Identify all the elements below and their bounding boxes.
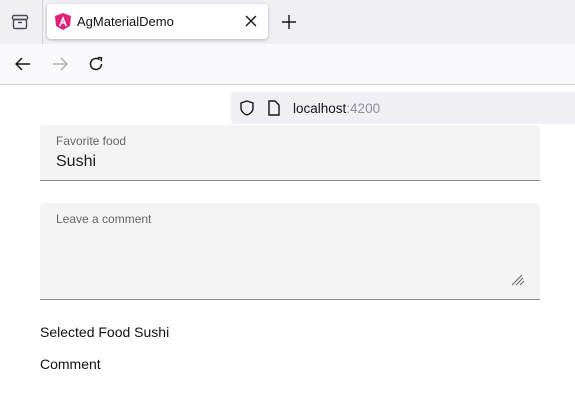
- comment-textarea[interactable]: Leave a comment: [40, 203, 540, 300]
- url-text[interactable]: localhost:4200: [293, 101, 380, 116]
- resize-handle-icon[interactable]: [510, 273, 525, 291]
- favorite-food-label: Favorite food: [56, 134, 127, 148]
- forward-icon[interactable]: [52, 57, 69, 76]
- close-tab-icon[interactable]: [245, 14, 257, 32]
- comment-output: Comment: [40, 356, 101, 372]
- browser-tab[interactable]: AgMaterialDemo: [47, 4, 268, 39]
- comment-label: Leave a comment: [56, 212, 152, 226]
- url-bar[interactable]: localhost:4200: [231, 92, 575, 124]
- page-icon[interactable]: [268, 100, 280, 121]
- url-host: localhost: [293, 101, 347, 116]
- tab-overview-icon[interactable]: [11, 14, 29, 35]
- reload-icon[interactable]: [88, 56, 104, 77]
- selected-food-output: Selected Food Sushi: [40, 324, 170, 340]
- tab-title: AgMaterialDemo: [77, 14, 174, 29]
- shield-icon[interactable]: [240, 100, 254, 121]
- new-tab-icon[interactable]: [282, 15, 296, 34]
- favorite-food-select[interactable]: Favorite food Sushi: [40, 125, 540, 181]
- angular-logo-icon: [55, 13, 71, 35]
- divider: [42, 0, 43, 44]
- url-port: :4200: [346, 101, 381, 116]
- nav-bar: localhost:4200: [0, 44, 575, 124]
- tab-bar: AgMaterialDemo: [0, 0, 575, 44]
- back-icon[interactable]: [14, 57, 31, 76]
- favorite-food-value: Sushi: [56, 153, 97, 170]
